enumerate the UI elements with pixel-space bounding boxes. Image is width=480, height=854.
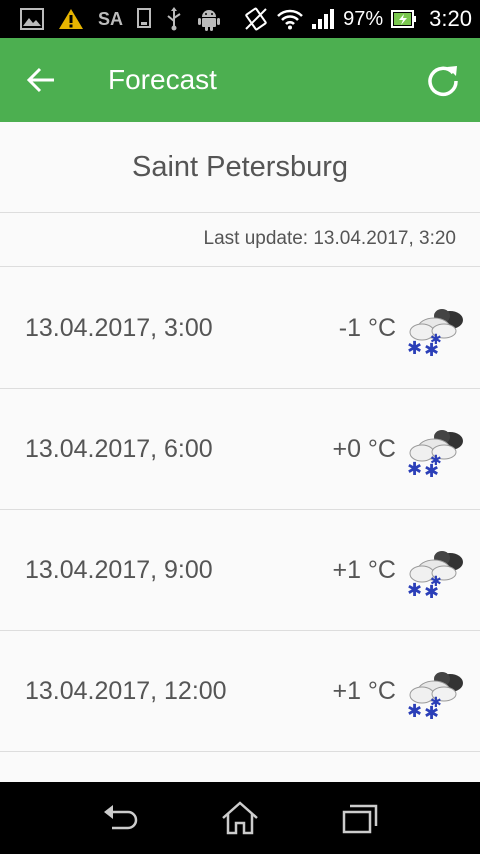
last-update: Last update: 13.04.2017, 3:20 [0,212,480,267]
signal-icon [312,9,335,29]
snow-cloud-icon [406,429,464,477]
warning-icon [59,9,83,29]
status-bar-left: SA [20,7,221,31]
forecast-row[interactable]: 13.04.2017, 3:00 -1 °C [0,268,480,389]
city-label: Saint Petersburg [131,150,348,183]
clock: 3:20 [429,6,472,31]
arrow-left-icon[interactable] [26,66,56,94]
city-name: Saint Petersburg [0,122,480,213]
back-nav-icon[interactable] [100,800,140,836]
refresh-icon[interactable] [426,63,460,97]
android-debug-icon [198,10,221,31]
recents-nav-icon[interactable] [340,800,380,836]
forecast-row[interactable]: 13.04.2017, 9:00 +1 °C [0,510,480,631]
forecast-datetime: 13.04.2017, 3:00 [25,314,213,342]
battery-percent: 97% [343,7,384,30]
snow-cloud-icon [406,671,464,719]
carrier-label: SA [98,8,124,29]
page-title: Forecast [108,64,217,95]
forecast-temperature: +1 °C [332,677,396,705]
snow-cloud-icon [406,550,464,598]
forecast-row[interactable]: 13.04.2017, 12:00 +1 °C [0,631,480,752]
usb-icon [167,7,181,31]
image-notification-icon [20,8,44,30]
app-bar: Forecast [0,38,480,122]
last-update-label: Last update: 13.04.2017, 3:20 [203,228,457,249]
forecast-datetime: 13.04.2017, 12:00 [25,677,227,705]
vibrate-icon [245,7,267,31]
battery-charging-icon [391,10,417,28]
sim-icon [137,8,152,28]
forecast-datetime: 13.04.2017, 9:00 [25,556,213,584]
forecast-list[interactable]: 13.04.2017, 3:00 -1 °C 13.04.2017, 6:00 … [0,268,480,782]
forecast-temperature: +0 °C [332,435,396,463]
forecast-row[interactable]: 13.04.2017, 6:00 +0 °C [0,389,480,510]
forecast-datetime: 13.04.2017, 6:00 [25,435,213,463]
status-bar-right: 97% 3:20 [243,6,472,32]
status-bar: SA 97% 3:20 [0,0,480,38]
snow-cloud-icon [406,308,464,356]
home-nav-icon[interactable] [220,800,260,836]
nav-bar [0,782,480,854]
forecast-temperature: +1 °C [332,556,396,584]
forecast-temperature: -1 °C [338,314,396,342]
wifi-icon [277,9,304,30]
